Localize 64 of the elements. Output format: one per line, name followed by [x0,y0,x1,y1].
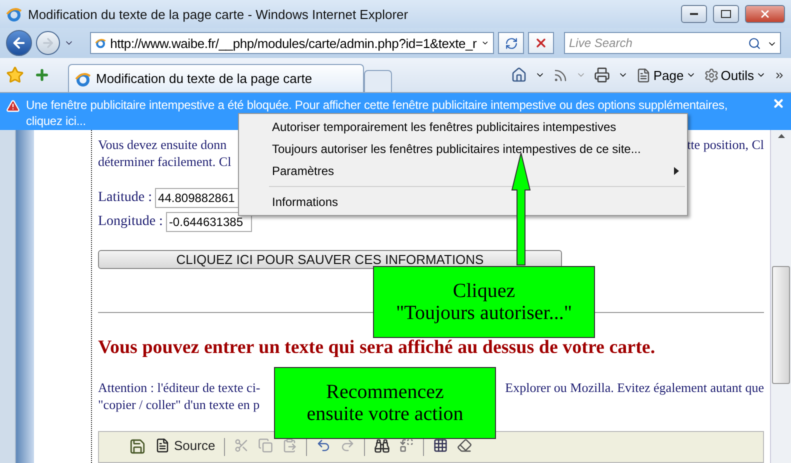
submenu-arrow-icon [674,167,679,175]
replace-icon[interactable] [399,438,414,453]
star-icon[interactable] [6,66,24,84]
search-field[interactable]: Live Search [564,32,781,54]
scroll-up-button[interactable] [778,134,784,138]
document-icon [155,438,170,453]
instruction-text: déterminer facilement. Cl [98,153,232,170]
instruction-text: Vous devez ensuite donn [98,136,227,153]
close-icon [772,97,785,110]
browser-tab[interactable]: Modification du texte de la page carte [68,64,364,92]
window-title: Modification du texte de la page carte - Windows Internet Explorer [28,6,410,22]
home-icon[interactable] [511,67,528,83]
menu-item[interactable]: Autoriser temporairement les fenêtres publicitaires intempestives [239,116,687,138]
stop-button[interactable] [528,32,554,54]
browser-logo-icon [6,6,22,22]
minimize-icon [690,12,698,16]
maximize-button[interactable] [713,5,739,23]
gear-icon [704,68,719,82]
forward-arrow-icon [41,36,55,50]
browser-logo-icon [75,70,91,86]
instruction-text: tte position, Cl [687,136,764,153]
redo-icon[interactable] [340,438,356,453]
refresh-button[interactable] [498,32,524,54]
refresh-icon [504,36,518,50]
scrollbar[interactable] [770,130,791,463]
menu-item[interactable]: Toujours autoriser les fenêtres publicitaires intempestives de ce site... [239,138,687,160]
add-favorite-icon[interactable] [34,67,50,83]
command-menu[interactable]: Page [636,68,696,82]
blocked-popup-icon [6,99,20,113]
menu-item[interactable]: Informations [239,191,687,213]
search-icon[interactable] [748,37,761,50]
forward-button[interactable] [36,31,60,55]
back-button[interactable] [6,30,32,56]
coordinate-field[interactable]: -0.644631385 [166,212,252,232]
notice-text: Explorer ou Mozilla. Evitez également autant que [505,379,764,396]
notice-text: "copier / coller" d'un texte en p [98,396,260,413]
feed-icon[interactable] [553,68,568,82]
print-icon[interactable] [594,67,610,83]
save-button[interactable]: CLIQUEZ ICI POUR SAUVER CES INFORMATIONS [98,250,562,269]
notice-text: Attention : l'éditeur de texte ci- [98,379,260,396]
menu-item[interactable]: Paramètres [239,160,687,182]
minimize-button[interactable] [681,5,707,23]
maximize-icon [721,10,731,18]
eraser-icon[interactable] [457,438,472,453]
section-heading: Vous pouvez entrer un texte qui sera affiché au dessus de votre carte. [98,337,656,359]
select-all-icon[interactable] [433,438,448,453]
source-button[interactable]: Source [155,438,216,453]
address-field[interactable]: http://www.waibe.fr/__php/modules/carte/admin.php?id=1&texte_r [90,32,494,54]
stop-icon [534,36,548,50]
close-button[interactable] [745,5,785,23]
save-icon[interactable] [129,438,146,455]
field-label: Latitude : [98,190,152,206]
command-menu[interactable]: Outils [704,68,766,82]
instruction-callout: Cliquez "Toujours autoriser..." [373,266,595,338]
close-icon [759,8,771,20]
close-button[interactable] [772,97,785,110]
paste-icon[interactable] [282,438,298,453]
page-icon [636,68,652,82]
up-arrow-icon [778,134,784,138]
find-icon[interactable] [374,438,390,454]
instruction-callout: Recommencez ensuite votre action [274,367,496,439]
more-icon[interactable] [774,70,785,80]
undo-icon[interactable] [316,438,332,453]
field-label: Longitude : [98,214,163,230]
